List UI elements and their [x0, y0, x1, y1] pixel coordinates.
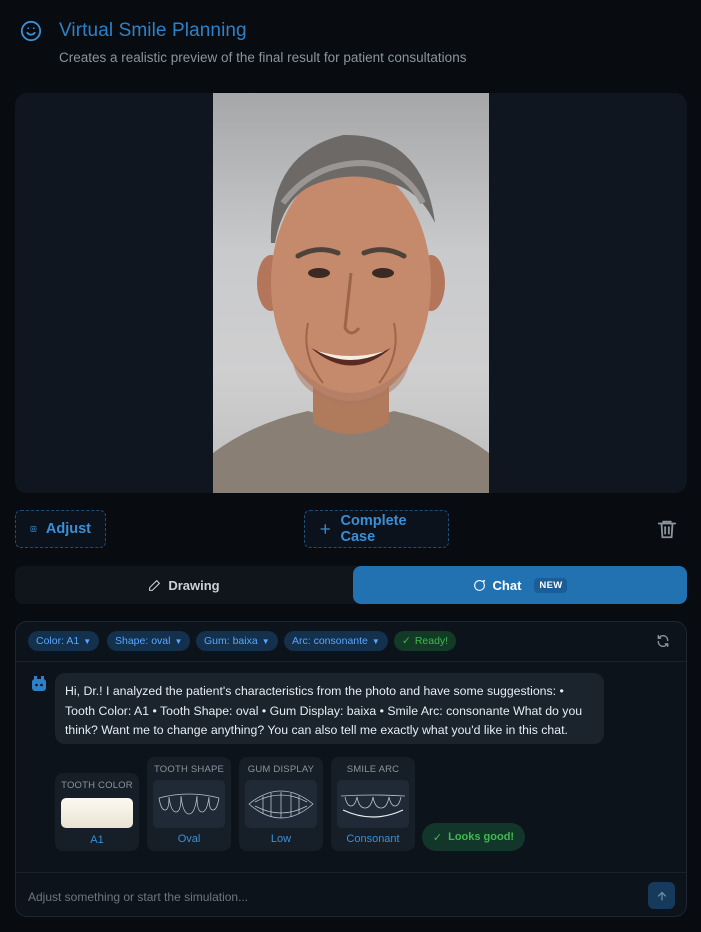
tab-drawing-label: Drawing: [168, 577, 220, 593]
new-badge: NEW: [534, 577, 568, 593]
gum-display-title: GUM DISPLAY: [247, 764, 315, 775]
page-header: Virtual Smile Planning Creates a realist…: [20, 18, 680, 68]
tab-chat-label: Chat: [492, 577, 522, 593]
chevron-down-icon: ▼: [83, 636, 92, 646]
gum-chip[interactable]: Gum: baixa ▼: [196, 631, 278, 651]
ready-status-label: Ready!: [414, 635, 449, 647]
tooth-color-card[interactable]: TOOTH COLOR A1: [55, 773, 139, 851]
page-title: Virtual Smile Planning: [59, 20, 247, 41]
chevron-down-icon: ▼: [174, 636, 183, 646]
assistant-message: Hi, Dr.! I analyzed the patient's charac…: [55, 673, 604, 744]
looks-good-label: Looks good!: [448, 831, 515, 843]
tooth-color-title: TOOTH COLOR: [61, 780, 133, 791]
camera-icon: [30, 526, 37, 532]
check-icon: ✓: [402, 635, 411, 647]
tooth-shape-value: Oval: [177, 833, 201, 845]
gum-display-value: Low: [270, 833, 292, 845]
smile-arc-card[interactable]: SMILE ARC Consonant: [331, 757, 415, 851]
chevron-down-icon: ▼: [371, 636, 380, 646]
bot-avatar-icon: [32, 676, 46, 691]
shape-chip[interactable]: Shape: oval ▼: [107, 631, 191, 651]
chat-input-row: [16, 872, 686, 916]
plus-icon: [320, 524, 331, 534]
ready-status-chip: ✓ Ready!: [394, 631, 457, 651]
chat-panel: Color: A1 ▼ Shape: oval ▼ Gum: baixa ▼ Arc:…: [15, 621, 687, 917]
arc-chip[interactable]: Arc: consonante ▼: [284, 631, 388, 651]
smile-arc-title: SMILE ARC: [346, 764, 400, 775]
tab-chat[interactable]: Chat NEW: [353, 566, 687, 604]
gum-chip-label: Gum: baixa: [204, 635, 258, 647]
arc-chip-label: Arc: consonante: [292, 635, 368, 647]
chevron-down-icon: ▼: [261, 636, 270, 646]
gum-display-card[interactable]: GUM DISPLAY Low: [239, 757, 323, 851]
complete-case-button[interactable]: Complete Case: [304, 510, 449, 548]
pencil-icon: [149, 579, 161, 591]
looks-good-button[interactable]: ✓ Looks good!: [422, 823, 525, 851]
smile-arc-image: [337, 780, 409, 828]
adjust-button[interactable]: Adjust: [15, 510, 106, 548]
chat-input[interactable]: [28, 887, 628, 907]
shape-chip-label: Shape: oval: [115, 635, 171, 647]
smile-icon: [20, 20, 42, 42]
complete-case-label: Complete Case: [340, 513, 407, 545]
photo-preview-panel: [15, 93, 687, 493]
refresh-icon[interactable]: [656, 634, 670, 648]
arrow-up-icon: [657, 891, 666, 901]
color-chip[interactable]: Color: A1 ▼: [28, 631, 100, 651]
adjust-label: Adjust: [45, 521, 91, 537]
trash-icon[interactable]: [656, 518, 678, 540]
chat-icon: [473, 579, 485, 591]
mode-tabs: Drawing Chat NEW: [15, 566, 687, 604]
color-chip-label: Color: A1: [36, 635, 80, 647]
tooth-color-swatch: [61, 798, 133, 828]
smile-arc-value: Consonant: [346, 833, 400, 845]
tab-drawing[interactable]: Drawing: [15, 566, 353, 604]
send-button[interactable]: [648, 882, 675, 909]
tooth-shape-card[interactable]: TOOTH SHAPE Oval: [147, 757, 231, 851]
page-subtitle: Creates a realistic preview of the final…: [59, 50, 467, 65]
parameter-chip-row: Color: A1 ▼ Shape: oval ▼ Gum: baixa ▼ Arc:…: [16, 622, 686, 662]
tooth-shape-title: TOOTH SHAPE: [153, 764, 225, 775]
tooth-shape-image: [153, 780, 225, 828]
patient-photo: [213, 93, 489, 493]
gum-display-image: [245, 780, 317, 828]
tooth-color-value: A1: [90, 834, 104, 846]
check-icon: ✓: [432, 831, 443, 844]
